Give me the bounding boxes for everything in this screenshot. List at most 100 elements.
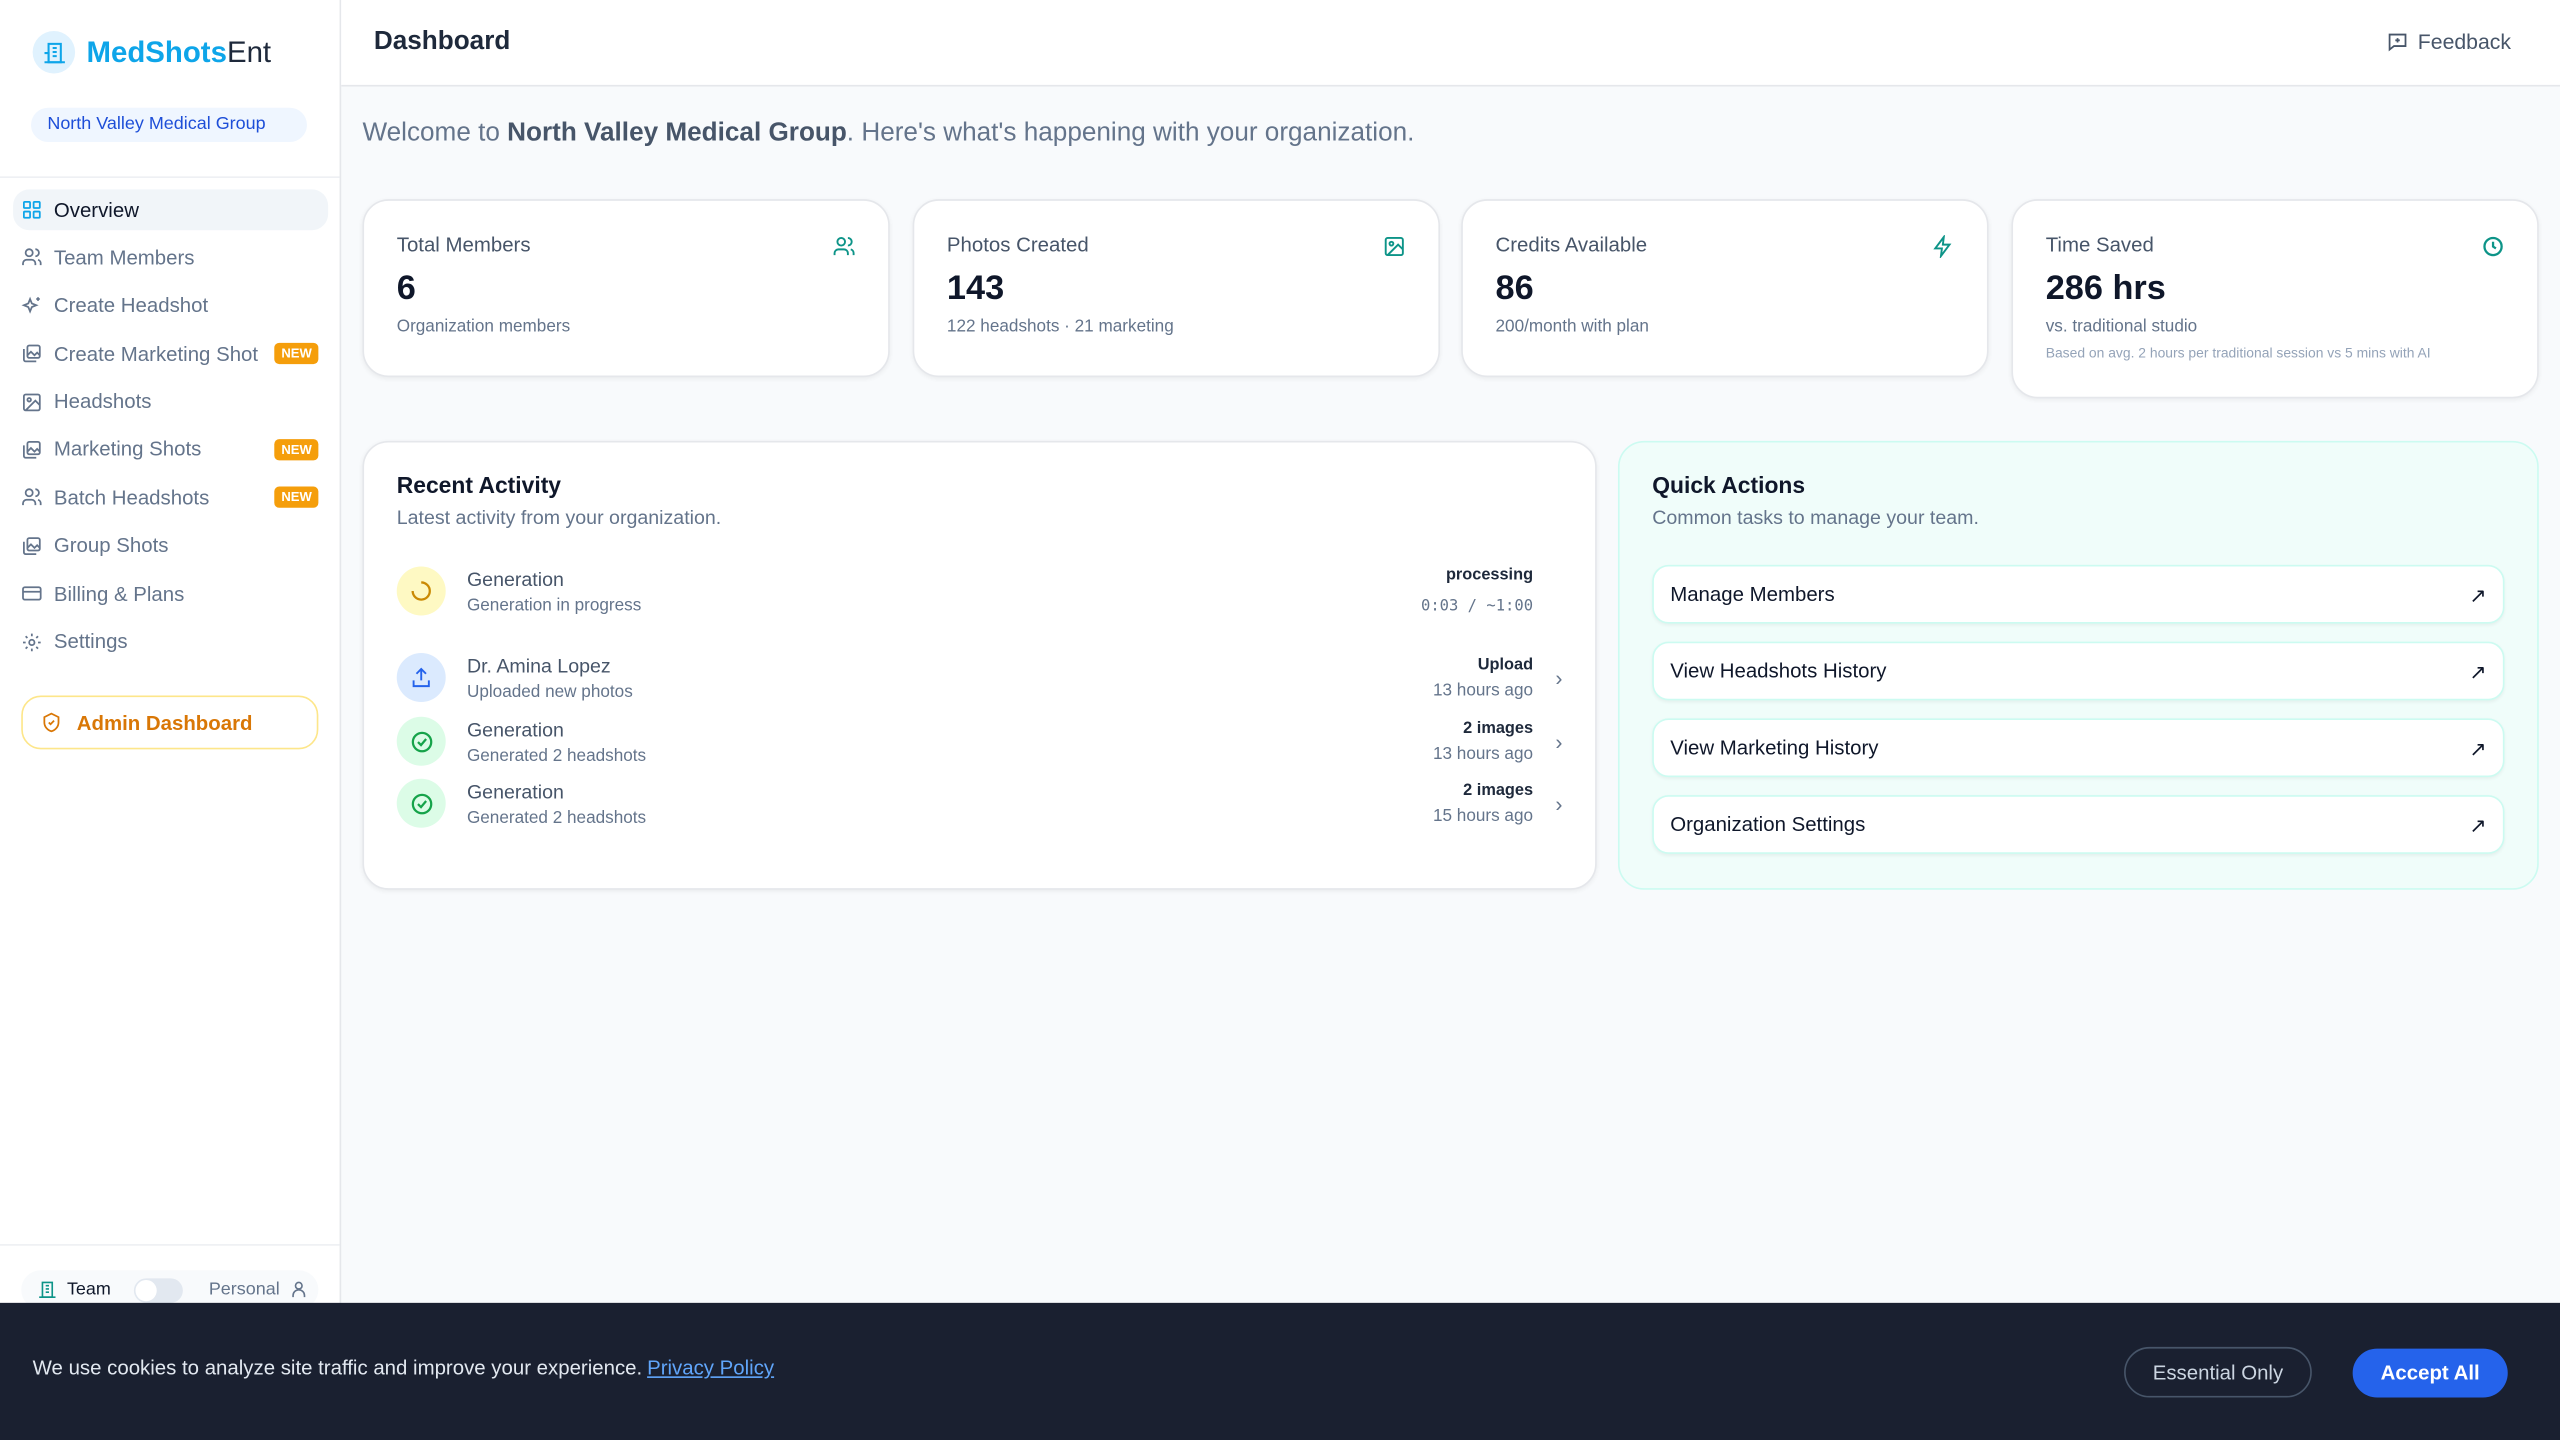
accept-all-button[interactable]: Accept All [2353, 1349, 2508, 1398]
activity-status: 2 images [1433, 781, 1533, 799]
chevron-right-icon: › [1533, 729, 1562, 753]
stat-value: 286 hrs [2046, 269, 2505, 308]
activity-time: 13 hours ago [1433, 744, 1533, 764]
stat-label: Time Saved [2046, 233, 2505, 256]
stat-card-credits: Credits Available 86 200/month with plan [1461, 199, 1988, 377]
admin-dashboard-button[interactable]: Admin Dashboard [21, 696, 318, 750]
panel-title: Quick Actions [1652, 472, 2504, 498]
view-marketing-history-button[interactable]: View Marketing History↗ [1652, 718, 2504, 777]
grid-icon [21, 199, 42, 220]
stat-label: Total Members [397, 233, 856, 256]
sidebar-item-marketing-shots[interactable]: Marketing Shots NEW [13, 429, 328, 470]
user-icon [290, 1280, 310, 1300]
stat-card-time-saved: Time Saved 286 hrs vs. traditional studi… [2011, 199, 2538, 398]
quick-actions-panel: Quick Actions Common tasks to manage you… [1618, 441, 2539, 890]
stat-sub: vs. traditional studio [2046, 317, 2505, 337]
stat-label: Photos Created [947, 233, 1406, 256]
divider [0, 1244, 340, 1246]
top-header: Dashboard Feedback [341, 0, 2560, 87]
panel-subtitle: Latest activity from your organization. [397, 506, 1563, 529]
welcome-org: North Valley Medical Group [507, 119, 847, 147]
sidebar-item-overview[interactable]: Overview [13, 189, 328, 230]
activity-item[interactable]: GenerationGenerated 2 headshots 2 images… [397, 712, 1563, 771]
new-badge: NEW [275, 487, 319, 508]
sparkles-icon [21, 295, 42, 316]
arrow-up-right-icon: ↗ [2469, 582, 2486, 606]
activity-title: Generation [467, 780, 1433, 803]
organization-settings-button[interactable]: Organization Settings↗ [1652, 795, 2504, 854]
image-icon [1383, 235, 1406, 258]
activity-desc: Generated 2 headshots [467, 745, 1433, 765]
sidebar-item-create-marketing-shot[interactable]: Create Marketing Shot NEW [13, 333, 328, 374]
images-icon [21, 535, 42, 556]
feedback-label: Feedback [2418, 29, 2511, 53]
activity-item: GenerationGeneration in progress process… [397, 562, 1563, 621]
image-icon [21, 391, 42, 412]
divider [0, 176, 340, 178]
sidebar-item-team-members[interactable]: Team Members [13, 237, 328, 278]
welcome-suffix: . Here's what's happening with your orga… [847, 119, 1415, 147]
images-icon [21, 439, 42, 460]
activity-status: Upload [1433, 656, 1533, 674]
quick-action-label: Organization Settings [1670, 813, 2469, 836]
manage-members-button[interactable]: Manage Members↗ [1652, 565, 2504, 624]
stat-card-photos-created: Photos Created 143 122 headshots · 21 ma… [913, 199, 1440, 377]
sidebar-item-group-shots[interactable]: Group Shots [13, 525, 328, 566]
sidebar-item-label: Headshots [54, 390, 328, 413]
view-headshots-history-button[interactable]: View Headshots History↗ [1652, 642, 2504, 701]
activity-desc: Generated 2 headshots [467, 807, 1433, 827]
check-circle-icon [397, 717, 446, 766]
users-icon [21, 487, 42, 508]
sidebar-item-settings[interactable]: Settings [13, 621, 328, 662]
sidebar-item-label: Create Marketing Shot [54, 342, 275, 365]
activity-time: 13 hours ago [1433, 680, 1533, 700]
stat-sub: Organization members [397, 317, 856, 337]
new-badge: NEW [275, 439, 319, 460]
chevron-right-icon: › [1533, 665, 1562, 689]
logo[interactable]: MedShotsEnt [33, 31, 271, 73]
sidebar-item-billing[interactable]: Billing & Plans [13, 573, 328, 614]
gear-icon [21, 631, 42, 652]
privacy-policy-link[interactable]: Privacy Policy [647, 1357, 774, 1380]
page-title: Dashboard [374, 28, 510, 57]
activity-title: Generation [467, 567, 1421, 590]
essential-only-button[interactable]: Essential Only [2124, 1347, 2312, 1398]
chevron-right-icon: › [1533, 791, 1562, 815]
upload-icon [397, 653, 446, 702]
stat-note: Based on avg. 2 hours per traditional se… [2046, 344, 2505, 360]
quick-action-label: View Marketing History [1670, 736, 2469, 759]
cookie-banner: We use cookies to analyze site traffic a… [0, 1303, 2560, 1440]
stat-sub: 200/month with plan [1496, 317, 1955, 337]
lightning-icon [1931, 235, 1954, 258]
sidebar-item-batch-headshots[interactable]: Batch Headshots NEW [13, 477, 328, 518]
users-icon [21, 247, 42, 268]
activity-time: 15 hours ago [1433, 806, 1533, 826]
message-icon [2387, 31, 2408, 52]
brand-primary: MedShots [87, 35, 227, 68]
feedback-button[interactable]: Feedback [2387, 29, 2511, 53]
sidebar-item-label: Billing & Plans [54, 582, 328, 605]
building-icon [33, 31, 75, 73]
activity-title: Generation [467, 718, 1433, 741]
activity-item[interactable]: Dr. Amina LopezUploaded new photos Uploa… [397, 648, 1563, 707]
panel-subtitle: Common tasks to manage your team. [1652, 506, 2504, 529]
arrow-up-right-icon: ↗ [2469, 736, 2486, 760]
stat-label: Credits Available [1496, 233, 1955, 256]
activity-desc: Uploaded new photos [467, 682, 1433, 702]
sidebar-item-create-headshot[interactable]: Create Headshot [13, 285, 328, 326]
brand-name: MedShotsEnt [87, 35, 272, 69]
sidebar-item-label: Overview [54, 198, 328, 221]
activity-item[interactable]: Generation Generated 2 headshots 2 images… [397, 774, 1563, 833]
check-circle-icon [397, 779, 446, 828]
sidebar-item-label: Settings [54, 630, 328, 653]
sidebar-item-label: Group Shots [54, 534, 328, 557]
welcome-message: Welcome to North Valley Medical Group. H… [362, 119, 1414, 148]
credit-card-icon [21, 583, 42, 604]
stat-card-total-members: Total Members 6 Organization members [362, 199, 889, 377]
quick-action-label: Manage Members [1670, 583, 2469, 606]
building-icon [38, 1280, 58, 1300]
welcome-prefix: Welcome to [362, 119, 507, 147]
org-pill: North Valley Medical Group [31, 108, 307, 142]
mode-toggle[interactable] [134, 1278, 183, 1302]
sidebar-item-headshots[interactable]: Headshots [13, 381, 328, 422]
